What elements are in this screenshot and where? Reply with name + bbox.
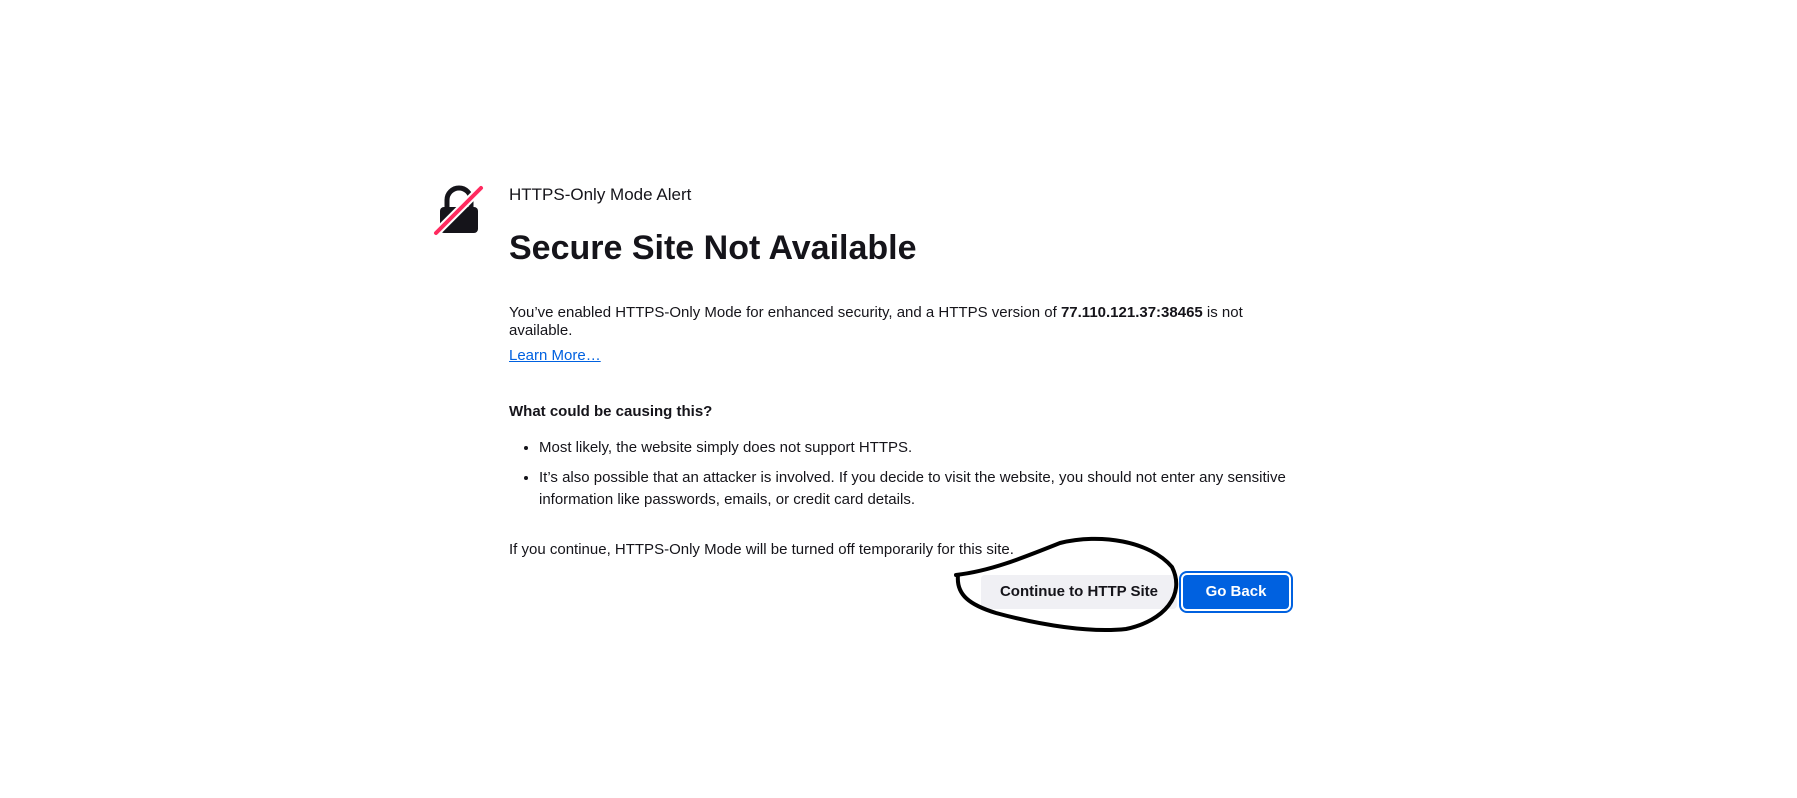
description-prefix: You’ve enabled HTTPS-Only Mode for enhan… — [509, 304, 1061, 321]
list-item: It’s also possible that an attacker is i… — [539, 467, 1289, 511]
causes-title: What could be causing this? — [509, 403, 713, 420]
go-back-button[interactable]: Go Back — [1179, 571, 1293, 613]
lock-slash-icon — [433, 185, 485, 237]
error-page: HTTPS-Only Mode Alert Secure Site Not Av… — [0, 0, 1797, 798]
list-item: Most likely, the website simply does not… — [539, 437, 1289, 459]
alert-description: You’ve enabled HTTPS-Only Mode for enhan… — [509, 304, 1269, 340]
learn-more-link[interactable]: Learn More… — [509, 347, 601, 364]
continue-note: If you continue, HTTPS-Only Mode will be… — [509, 541, 1014, 558]
causes-list: Most likely, the website simply does not… — [509, 437, 1289, 511]
button-row: Continue to HTTP Site Go Back — [981, 571, 1293, 613]
host-address: 77.110.121.37:38465 — [1060, 304, 1203, 321]
page-title: Secure Site Not Available — [509, 229, 917, 267]
alert-content: HTTPS-Only Mode Alert Secure Site Not Av… — [509, 184, 1293, 613]
alert-label: HTTPS-Only Mode Alert — [509, 185, 692, 204]
continue-to-http-button[interactable]: Continue to HTTP Site — [981, 575, 1177, 609]
